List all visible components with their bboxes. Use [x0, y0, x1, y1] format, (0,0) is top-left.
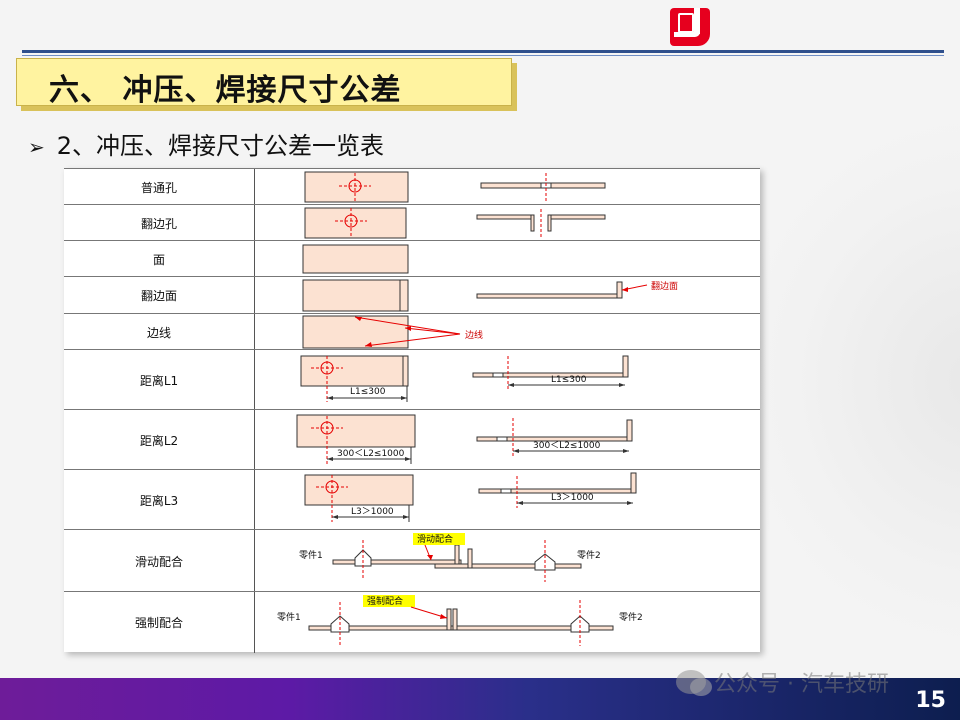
watermark: 公众号 · 汽车技研 — [676, 666, 889, 698]
row-label: 距离L2 — [64, 410, 255, 470]
row-label: 边线 — [64, 314, 255, 350]
row-drawing — [255, 241, 760, 277]
fit-tag: 强制配合 — [367, 595, 403, 607]
wechat-icon — [676, 670, 712, 696]
part-label: 零件1 — [277, 611, 301, 623]
part-label: 零件1 — [299, 549, 323, 561]
row-label: 翻边孔 — [64, 205, 255, 241]
table-row: 边线 边线 — [64, 313, 760, 350]
row-label: 滑动配合 — [64, 530, 255, 592]
row-label: 距离L3 — [64, 470, 255, 530]
bullet-text: 2、冲压、焊接尺寸公差一览表 — [56, 132, 385, 160]
company-logo — [670, 8, 710, 46]
row-label: 强制配合 — [64, 592, 255, 653]
row-label: 普通孔 — [64, 169, 255, 205]
row-label: 面 — [64, 241, 255, 277]
table-row: 普通孔 — [64, 168, 760, 205]
tolerance-table: 普通孔 翻边孔 面 翻边面 翻边面 边线 边线 距离L1 L1≤300 L1≤3… — [64, 168, 760, 653]
row-drawing: 边线 — [255, 314, 760, 350]
table-row: 距离L3 L3＞1000 L3＞1000 — [64, 469, 760, 530]
row-drawing: 滑动配合 零件1 零件2 — [255, 530, 760, 592]
bullet-arrow-icon: ➢ — [28, 135, 45, 159]
part-label: 零件2 — [577, 549, 601, 561]
row-drawing: 强制配合 零件1 零件2 — [255, 592, 760, 653]
background-swoosh — [740, 120, 960, 640]
table-row: 翻边孔 — [64, 204, 760, 241]
dimension-label: L1≤300 — [551, 375, 587, 385]
dimension-label: 300＜L2≤1000 — [337, 449, 405, 459]
table-row: 面 — [64, 240, 760, 277]
row-drawing: L3＞1000 L3＞1000 — [255, 470, 760, 530]
row-label: 距离L1 — [64, 350, 255, 410]
row-drawing: 翻边面 — [255, 277, 760, 314]
dimension-label: L1≤300 — [350, 387, 386, 397]
dimension-label: L3＞1000 — [351, 507, 394, 517]
table-row: 滑动配合 滑动配合 零件1 零件2 — [64, 529, 760, 592]
row-label: 翻边面 — [64, 277, 255, 314]
watermark-text: 公众号 · 汽车技研 — [714, 672, 889, 697]
row-drawing: L1≤300 L1≤300 — [255, 350, 760, 410]
fit-tag: 滑动配合 — [417, 533, 453, 545]
table-row: 距离L1 L1≤300 L1≤300 — [64, 349, 760, 410]
header-rule-thin — [22, 55, 944, 56]
row-drawing — [255, 169, 760, 205]
table-row: 距离L2 300＜L2≤1000 300＜L2≤1000 — [64, 409, 760, 470]
edge-line-note: 边线 — [465, 329, 483, 341]
dimension-label: 300＜L2≤1000 — [533, 441, 601, 451]
flange-face-note: 翻边面 — [651, 281, 678, 292]
dimension-label: L3＞1000 — [551, 493, 594, 503]
slide-title: 六、 冲压、焊接尺寸公差 — [49, 73, 402, 108]
part-label: 零件2 — [619, 611, 643, 623]
row-drawing: 300＜L2≤1000 300＜L2≤1000 — [255, 410, 760, 470]
table-row: 强制配合 强制配合 零件1 零件2 — [64, 591, 760, 653]
header-rule — [22, 50, 944, 53]
bullet-line: ➢ 2、冲压、焊接尺寸公差一览表 — [28, 126, 384, 161]
row-drawing — [255, 205, 760, 241]
slide-title-box: 六、 冲压、焊接尺寸公差 — [16, 58, 512, 108]
table-row: 翻边面 翻边面 — [64, 276, 760, 314]
page-number: 15 — [915, 688, 946, 713]
